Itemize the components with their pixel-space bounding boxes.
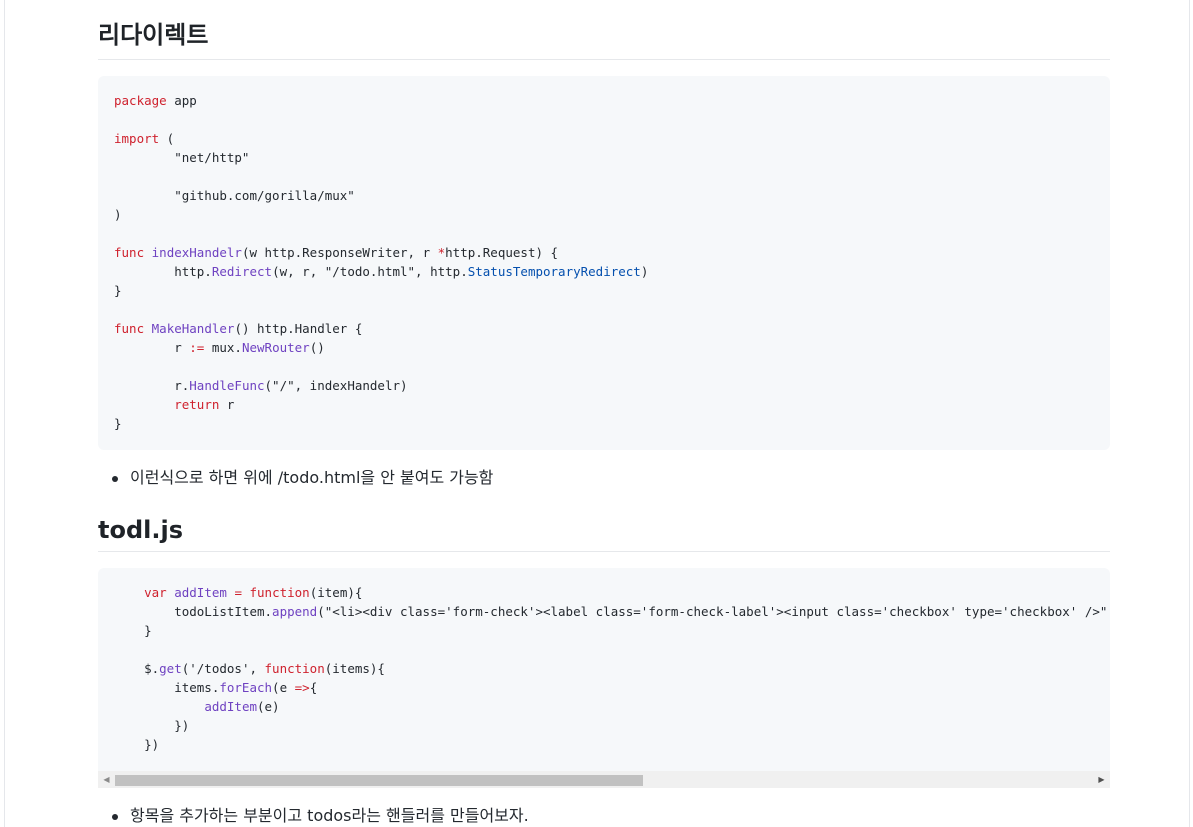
code-token: var: [144, 585, 167, 600]
code-token: (item){: [309, 585, 363, 600]
section-heading-todl-js: todl.js: [98, 515, 1110, 552]
bullet-dot: [112, 476, 118, 482]
code-token: ): [114, 207, 122, 222]
code-token: }: [114, 283, 122, 298]
code-block-js: var addItem = function(item){ todoListIt…: [98, 568, 1110, 788]
scrollbar-thumb[interactable]: [115, 775, 643, 786]
code-block-go: package app import ( "net/http" "github.…: [98, 76, 1110, 450]
code-token: app: [166, 93, 197, 108]
code-token: r: [219, 397, 235, 412]
code-token: ("/", indexHandelr): [264, 378, 408, 393]
scroll-left-arrow-icon[interactable]: ◀: [98, 771, 115, 788]
code-token: (): [309, 340, 325, 355]
code-token: get: [159, 661, 182, 676]
code-token: function: [264, 661, 325, 676]
scroll-right-arrow-icon[interactable]: ▶: [1093, 771, 1110, 788]
code-token: ): [640, 264, 649, 279]
code-token: }: [114, 623, 152, 638]
code-token: ("<li><div class='form-check'><label cla…: [317, 604, 1108, 619]
code-token: function: [249, 585, 310, 600]
code-go-text: package app import ( "net/http" "github.…: [114, 91, 1094, 433]
code-token: func: [114, 321, 145, 336]
code-token: func: [114, 245, 145, 260]
code-token: =: [234, 585, 242, 600]
code-token: MakeHandler: [151, 321, 235, 336]
code-token: =>: [294, 680, 310, 695]
code-token: http.: [114, 264, 212, 279]
page-frame: 리다이렉트 package app import ( "net/http" "g…: [4, 0, 1190, 827]
code-token: package: [114, 93, 167, 108]
code-token: todoListItem.: [114, 604, 273, 619]
code-token: }): [114, 737, 160, 752]
bullet-list-todl: 항목을 추가하는 부분이고 todos라는 핸들러를 만들어보자.: [98, 805, 1110, 827]
code-token: Redirect: [211, 264, 273, 279]
code-token: (e: [272, 680, 295, 695]
code-token: NewRouter: [241, 340, 310, 355]
code-token: $.: [114, 661, 160, 676]
code-token: (w http.ResponseWriter, r: [241, 245, 438, 260]
code-token: (w, r, "/todo.html", http.: [272, 264, 468, 279]
list-item-text: 항목을 추가하는 부분이고 todos라는 핸들러를 만들어보자.: [130, 806, 529, 825]
code-token: :=: [189, 340, 205, 355]
list-item-text: 이런식으로 하면 위에 /todo.html을 안 붙여도 가능함: [130, 468, 494, 487]
code-token: r: [114, 340, 190, 355]
code-token: r.: [114, 378, 190, 393]
code-token: addItem: [174, 585, 227, 600]
bullet-dot: [112, 814, 118, 820]
code-js-text: var addItem = function(item){ todoListIt…: [114, 583, 1110, 754]
code-token: }: [114, 416, 122, 431]
code-token: (e): [257, 699, 280, 714]
list-item: 이런식으로 하면 위에 /todo.html을 안 붙여도 가능함: [98, 467, 1110, 489]
code-token: StatusTemporaryRedirect: [467, 264, 641, 279]
code-token: HandleFunc: [189, 378, 265, 393]
code-token: http.Request) {: [445, 245, 559, 260]
code-js-viewport: var addItem = function(item){ todoListIt…: [114, 583, 1110, 773]
code-token: }): [114, 718, 190, 733]
code-token: forEach: [219, 680, 273, 695]
code-token: append: [272, 604, 318, 619]
code-token: return: [174, 397, 220, 412]
code-token: import: [114, 131, 160, 146]
section-heading-redirect: 리다이렉트: [98, 20, 1110, 60]
code-token: mux.: [204, 340, 242, 355]
code-token: indexHandelr: [151, 245, 242, 260]
code-token: () http.Handler {: [234, 321, 363, 336]
horizontal-scrollbar[interactable]: ◀ ▶: [98, 771, 1110, 788]
code-token: "net/http": [114, 150, 250, 165]
code-token: (: [159, 131, 175, 146]
code-token: (items){: [324, 661, 385, 676]
code-token: ('/todos',: [181, 661, 265, 676]
code-token: "github.com/gorilla/mux": [114, 188, 355, 203]
code-token: items.: [114, 680, 220, 695]
code-token: addItem: [204, 699, 257, 714]
code-token: {: [309, 680, 318, 695]
bullet-list-redirect: 이런식으로 하면 위에 /todo.html을 안 붙여도 가능함: [98, 467, 1110, 489]
list-item: 항목을 추가하는 부분이고 todos라는 핸들러를 만들어보자.: [98, 805, 1110, 827]
